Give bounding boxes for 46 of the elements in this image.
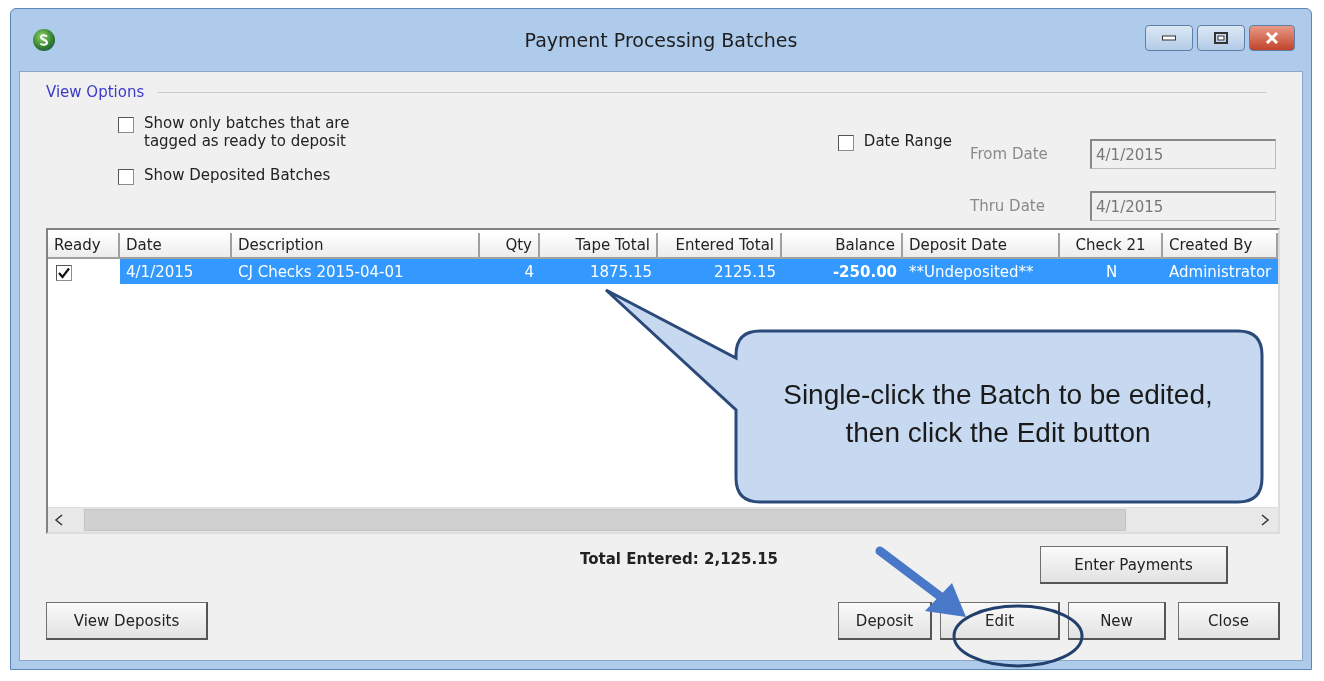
column-header[interactable]: Ready [48,233,120,259]
column-header[interactable]: Description [232,233,480,259]
action-button[interactable]: Close [1178,602,1280,640]
checkbox[interactable] [837,135,854,151]
horizontal-scrollbar[interactable] [48,507,1278,532]
checkbox[interactable] [118,117,134,133]
column-header[interactable]: Tape Total [540,233,658,259]
close-window-button[interactable] [1249,25,1295,51]
ready-checkbox[interactable] [56,265,72,281]
table-cell: Administrator [1163,259,1278,284]
table-cell: **Undeposited** [903,259,1060,284]
minimize-icon [1162,35,1176,41]
column-header[interactable]: Balance [782,233,903,259]
column-header[interactable]: Created By [1163,233,1278,259]
column-header[interactable]: Qty [480,233,540,259]
checkbox-label: Date Range [863,132,952,150]
maximize-icon [1214,32,1228,44]
table-cell: 1875.15 [540,259,658,284]
field-label: Thru Date [970,197,1046,215]
table-cell: -250.00 [782,259,903,284]
column-header[interactable]: Check 21 [1060,233,1163,259]
window-title: Payment Processing Batches [524,29,798,51]
action-button[interactable]: Deposit [838,602,932,640]
scroll-right-icon[interactable] [1260,514,1270,526]
action-button[interactable]: New [1068,602,1166,640]
total-entered: Total Entered: 2,125.15 [580,550,779,568]
maximize-button[interactable] [1197,25,1245,51]
view-deposits-button[interactable]: View Deposits [46,602,208,640]
column-header[interactable]: Date [120,233,232,259]
checkbox-label: Show Deposited Batches [144,166,331,184]
app-logo-icon [33,29,55,51]
column-header[interactable]: Deposit Date [903,233,1060,259]
table-cell: 4 [480,259,540,284]
column-header[interactable]: Entered Total [658,233,782,259]
field-label: From Date [970,145,1049,163]
table-cell: 4/1/2015 [120,259,232,284]
group-label: View Options [46,83,145,101]
checkbox[interactable] [118,169,134,185]
close-icon [1265,32,1279,44]
scroll-left-icon[interactable] [54,514,64,526]
checkbox-label: Show only batches that are tagged as ready to deposit [144,114,350,150]
table-cell: CJ Checks 2015-04-01 [232,259,480,284]
table-cell: 2125.15 [658,259,782,284]
enter-payments-button[interactable]: Enter Payments [1040,546,1228,584]
callout-text: Single-click the Batch to be edited, then click the Edit button [782,378,1214,450]
table-cell: N [1060,259,1163,284]
